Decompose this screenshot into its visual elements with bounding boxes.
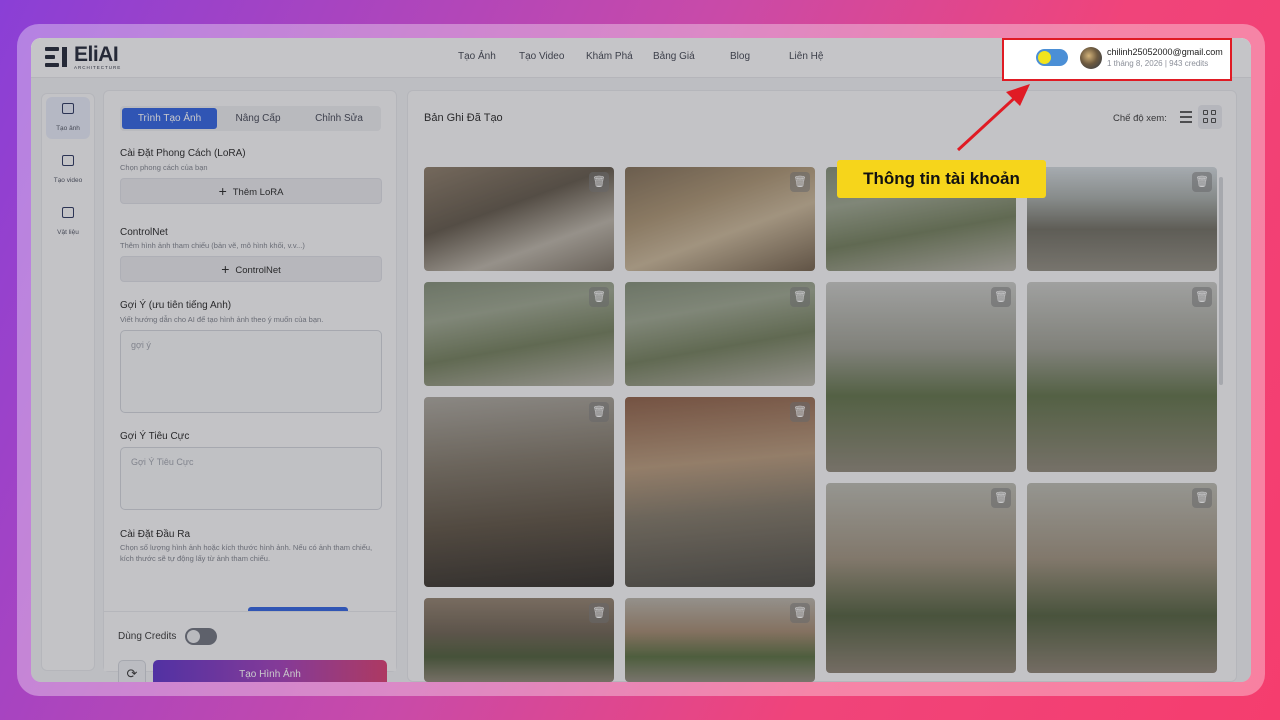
- dim-overlay: [31, 38, 1251, 682]
- callout-label: Thông tin tài khoản: [837, 160, 1046, 198]
- highlight-box: [1002, 38, 1232, 81]
